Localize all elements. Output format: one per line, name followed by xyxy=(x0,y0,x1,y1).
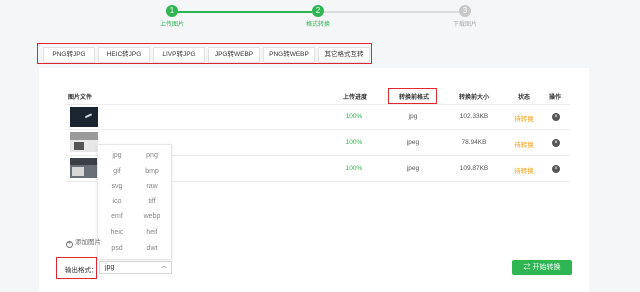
tab-other-formats[interactable]: 其它格式互转 xyxy=(318,47,370,63)
tab-heic-to-jpg[interactable]: HEIC转JPG xyxy=(98,47,150,63)
status-badge: 待转换 xyxy=(514,116,534,123)
thumbnail xyxy=(70,132,98,152)
start-convert-label: 开始转换 xyxy=(532,264,561,271)
output-format-label: 输出格式： xyxy=(65,267,98,274)
format-option[interactable]: psd xyxy=(102,245,132,252)
step-3-circle: 3 xyxy=(459,5,471,17)
row-divider xyxy=(66,129,570,130)
delete-icon[interactable]: × xyxy=(552,139,560,147)
format-option[interactable]: heif xyxy=(137,229,167,236)
status-badge: 待转换 xyxy=(514,142,534,149)
format-header-highlight xyxy=(388,88,437,104)
format-option[interactable]: ico xyxy=(102,198,132,205)
format-option[interactable]: svg xyxy=(102,183,132,190)
source-format: jpeg xyxy=(406,139,420,146)
source-format: jpeg xyxy=(406,165,420,172)
row-divider xyxy=(66,104,570,105)
step-connector xyxy=(177,11,312,13)
tab-jpg-to-webp[interactable]: JPG转WEBP xyxy=(208,47,260,63)
source-size: 78.94KB xyxy=(461,139,487,146)
upload-progress: 100% xyxy=(345,165,363,172)
step-1-circle: 1 xyxy=(166,5,178,17)
source-size: 109.87KB xyxy=(459,165,489,172)
chevron-up-icon: ︿ xyxy=(160,264,167,270)
status-badge: 待转换 xyxy=(514,168,534,175)
add-image-label: 添加图片 xyxy=(75,239,101,246)
format-option[interactable]: gif xyxy=(102,168,132,175)
source-size: 102.33KB xyxy=(459,113,489,120)
delete-icon[interactable]: × xyxy=(552,165,560,173)
tab-png-to-jpg[interactable]: PNG转JPG xyxy=(43,47,95,63)
format-option[interactable]: tiff xyxy=(137,198,167,205)
upload-progress: 100% xyxy=(345,113,363,120)
upload-progress: 100% xyxy=(345,139,363,146)
tab-livp-to-jpg[interactable]: LIVP转JPG xyxy=(153,47,205,63)
format-option[interactable]: raw xyxy=(137,183,167,190)
format-option[interactable]: webp xyxy=(137,213,167,220)
header-file: 图片文件 xyxy=(68,95,93,101)
header-status: 状态 xyxy=(518,95,531,101)
output-format-select[interactable]: jpg ︿ xyxy=(99,261,172,274)
format-option[interactable]: emf xyxy=(102,213,132,220)
delete-icon[interactable]: × xyxy=(552,113,560,121)
step-connector xyxy=(324,11,459,13)
plus-circle-icon: + xyxy=(66,241,73,248)
format-option[interactable]: jpg xyxy=(102,152,132,159)
step-2-label: 格式转换 xyxy=(305,22,330,28)
source-format: jpg xyxy=(408,113,418,120)
start-convert-button[interactable]: ⇄ 开始转换 xyxy=(512,260,572,275)
thumbnail xyxy=(70,158,98,178)
format-option[interactable]: dwt xyxy=(137,245,167,252)
progress-steps: 1 上传图片 2 格式转换 3 下载图片 xyxy=(0,0,640,30)
step-2-circle: 2 xyxy=(312,5,324,17)
format-option[interactable]: png xyxy=(137,152,167,159)
format-option[interactable]: bmp xyxy=(137,168,167,175)
header-action: 操作 xyxy=(549,95,562,101)
step-1-label: 上传图片 xyxy=(159,22,184,28)
tab-png-to-webp[interactable]: PNG转WEBP xyxy=(263,47,315,63)
step-3-label: 下载图片 xyxy=(452,22,477,28)
format-option[interactable]: heic xyxy=(102,229,132,236)
add-image-link[interactable]: + 添加图片 xyxy=(66,236,101,248)
header-size: 转换前大小 xyxy=(459,95,490,101)
output-format-value: jpg xyxy=(105,264,115,271)
header-progress: 上传进度 xyxy=(343,95,368,101)
thumbnail xyxy=(70,107,98,127)
